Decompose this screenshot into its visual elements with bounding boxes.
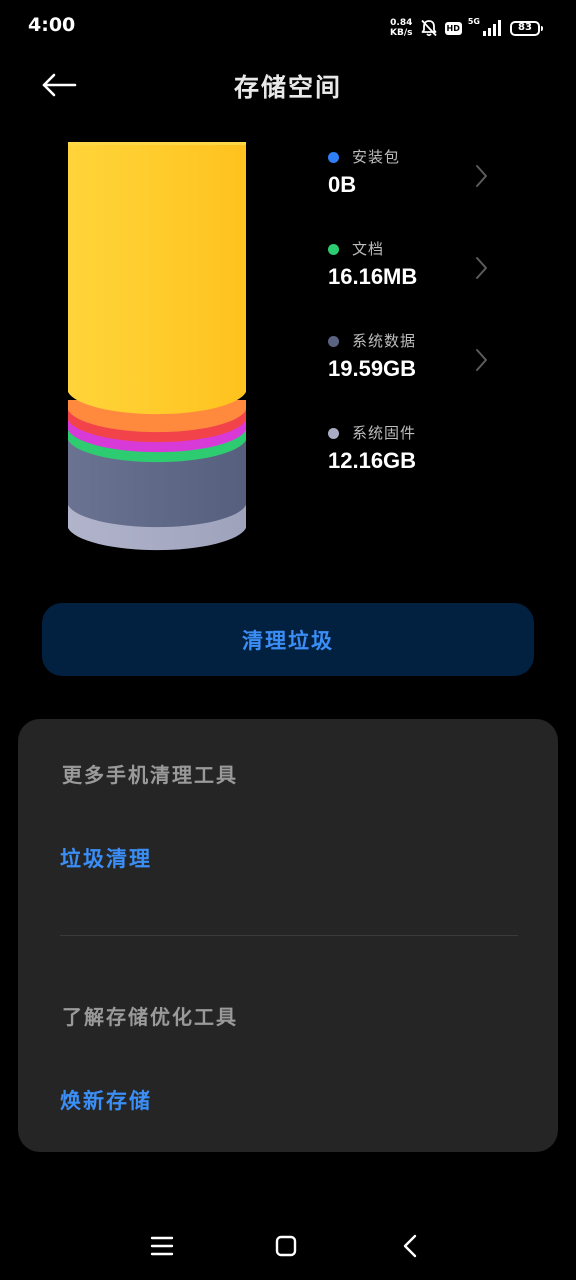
network-type: 5G <box>467 17 480 26</box>
legend-value: 19.59GB <box>328 356 417 381</box>
cylinder-top <box>68 142 246 145</box>
signal-icon <box>482 19 504 37</box>
battery-level: 83 <box>518 22 532 33</box>
hd-badge: HD <box>444 21 462 35</box>
network-speed: 0.84 KB/s <box>390 18 412 38</box>
home-square-icon <box>275 1235 297 1257</box>
legend-dot-icon <box>328 428 339 439</box>
legend-dot-icon <box>328 336 339 347</box>
legend-item-documents[interactable]: 文档 16.16MB <box>326 232 506 302</box>
chevron-right-icon <box>476 349 487 371</box>
card-divider <box>60 935 518 936</box>
segment-used <box>68 142 246 415</box>
legend-label: 文档 <box>352 240 385 258</box>
clean-junk-button-label: 清理垃圾 <box>242 627 334 653</box>
storage-cylinder-chart <box>60 130 256 570</box>
chevron-right-icon <box>476 165 487 187</box>
legend-label: 系统固件 <box>352 424 417 442</box>
chevron-right-icon <box>476 257 487 279</box>
battery-icon: 83 <box>510 20 543 36</box>
storage-optimization-title: 了解存储优化工具 <box>62 1005 238 1029</box>
navigation-bar <box>0 1210 576 1280</box>
legend-value: 0B <box>328 172 357 197</box>
network-speed-value: 0.84 <box>390 18 413 28</box>
legend-dot-icon <box>328 244 339 255</box>
legend-label: 安装包 <box>352 148 401 166</box>
legend-dot-icon <box>328 152 339 163</box>
status-time: 4:00 <box>28 14 76 36</box>
status-bar: 4:00 0.84 KB/s HD 5G 83 <box>0 0 576 56</box>
legend-item-apps[interactable]: 安装包 0B <box>326 140 506 210</box>
home-button[interactable] <box>266 1230 306 1262</box>
legend-value: 16.16MB <box>328 264 418 289</box>
status-icons: 0.84 KB/s HD 5G 83 <box>390 14 543 42</box>
legend-item-firmware: 系统固件 12.16GB <box>326 416 506 486</box>
bell-muted-icon <box>419 18 439 38</box>
chevron-left-icon <box>403 1234 417 1258</box>
page-title: 存储空间 <box>233 73 342 102</box>
clean-junk-button[interactable]: 清理垃圾 <box>42 603 534 676</box>
nav-back-button[interactable] <box>390 1230 430 1262</box>
menu-icon <box>150 1236 174 1256</box>
network-speed-unit: KB/s <box>390 28 413 38</box>
recent-apps-button[interactable] <box>142 1230 182 1262</box>
legend-item-system-data[interactable]: 系统数据 19.59GB <box>326 324 506 394</box>
tools-card: 更多手机清理工具 垃圾清理 了解存储优化工具 焕新存储 <box>18 719 558 1152</box>
legend-label: 系统数据 <box>352 332 417 350</box>
junk-cleaning-link[interactable]: 垃圾清理 <box>60 843 152 873</box>
more-cleaning-tools-title: 更多手机清理工具 <box>62 763 238 787</box>
renew-storage-link[interactable]: 焕新存储 <box>60 1085 152 1115</box>
legend-value: 12.16GB <box>328 448 417 473</box>
